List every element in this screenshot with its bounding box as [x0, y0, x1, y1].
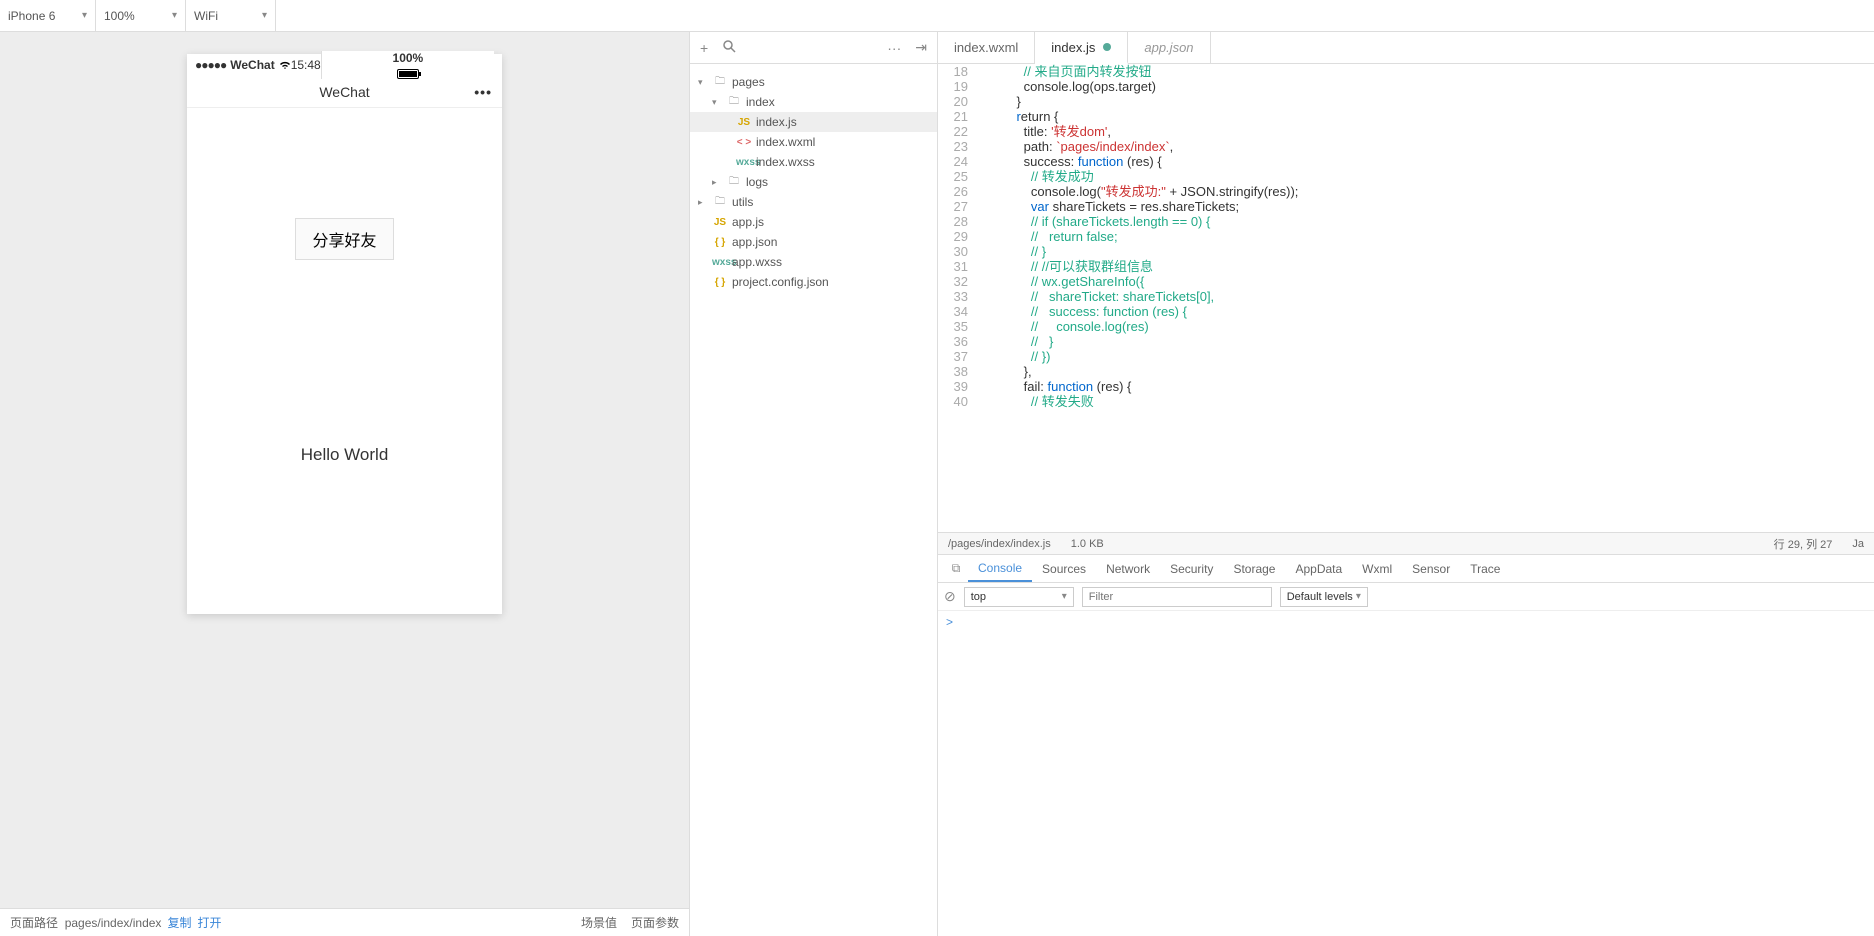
folder-logs[interactable]: ▸🗀logs: [690, 172, 937, 192]
network-select[interactable]: WiFi▾: [186, 0, 276, 31]
folder-icon: 🗀: [712, 74, 728, 91]
levels-select[interactable]: Default levels ▾: [1280, 587, 1368, 607]
tab-app-json[interactable]: app.json: [1128, 32, 1210, 63]
page-params-button[interactable]: 页面参数: [631, 914, 679, 931]
collapse-tree-icon[interactable]: ⇥: [915, 39, 927, 56]
copy-link[interactable]: 复制: [167, 914, 191, 931]
scene-button[interactable]: 场景值: [581, 914, 617, 931]
editor-tabs: index.wxml index.js app.json: [938, 32, 1874, 63]
code-lines[interactable]: // 来自页面内转发按钮 console.log(ops.target) } r…: [1002, 64, 1874, 532]
clear-console-icon[interactable]: ⊘: [944, 588, 956, 605]
share-button[interactable]: 分享好友: [295, 218, 393, 260]
file-project-config[interactable]: { }project.config.json: [690, 272, 937, 292]
file-index-wxml[interactable]: < >index.wxml: [690, 132, 937, 152]
simulator-pane: ●●●●● WeChat 15:48 100% WeChat •••: [0, 32, 689, 936]
devtab-console[interactable]: Console: [968, 555, 1032, 582]
chevron-down-icon: ▾: [262, 10, 267, 21]
folder-index[interactable]: ▾🗀index: [690, 92, 937, 112]
file-index-js[interactable]: JSindex.js: [690, 112, 937, 132]
console-toolbar: ⊘ top▾ Default levels ▾: [938, 583, 1874, 611]
chevron-down-icon: ▾: [82, 10, 87, 21]
cursor-pos: 行 29, 列 27: [1774, 536, 1833, 552]
file-pane-header: + ··· ⇥: [690, 32, 938, 63]
folder-icon: 🗀: [726, 174, 742, 191]
device-select[interactable]: iPhone 6▾: [0, 0, 96, 31]
phone-status-bar: ●●●●● WeChat 15:48 100%: [187, 54, 502, 76]
signal-icon: ●●●●●: [195, 58, 226, 72]
devtab-storage[interactable]: Storage: [1223, 555, 1285, 582]
console-prompt: >: [946, 615, 953, 629]
js-icon: JS: [736, 117, 752, 128]
wxss-icon: wxss: [712, 257, 728, 268]
wxss-icon: wxss: [736, 157, 752, 168]
more-icon[interactable]: ···: [887, 40, 901, 56]
folder-icon: 🗀: [712, 194, 728, 211]
nav-title: WeChat: [319, 84, 369, 100]
page-path-label: 页面路径: [10, 914, 58, 931]
devtab-trace[interactable]: Trace: [1460, 555, 1510, 582]
wxml-icon: < >: [736, 137, 752, 148]
lang-label: Ja: [1852, 538, 1864, 550]
file-app-json[interactable]: { }app.json: [690, 232, 937, 252]
code-editor[interactable]: 1819202122232425262728293031323334353637…: [938, 64, 1874, 936]
file-index-wxss[interactable]: wxssindex.wxss: [690, 152, 937, 172]
file-path: /pages/index/index.js: [948, 538, 1051, 550]
nav-menu-icon[interactable]: •••: [474, 84, 492, 100]
devtab-network[interactable]: Network: [1096, 555, 1160, 582]
tab-index-wxml[interactable]: index.wxml: [938, 32, 1035, 63]
folder-pages[interactable]: ▾🗀pages: [690, 72, 937, 92]
file-app-wxss[interactable]: wxssapp.wxss: [690, 252, 937, 272]
chevron-down-icon: ▾: [172, 10, 177, 21]
editor-tabs-row: + ··· ⇥ index.wxml index.js app.json: [690, 32, 1874, 64]
simulator-toolbar: iPhone 6▾ 100%▾ WiFi▾: [0, 0, 1874, 32]
json-icon: { }: [712, 277, 728, 288]
zoom-select[interactable]: 100%▾: [96, 0, 186, 31]
filter-input[interactable]: [1082, 587, 1272, 607]
simulator-footer: 页面路径 pages/index/index 复制 打开 场景值 页面参数: [0, 908, 689, 936]
context-select[interactable]: top▾: [964, 587, 1074, 607]
file-tree[interactable]: ▾🗀pages ▾🗀index JSindex.js < >index.wxml…: [690, 64, 938, 936]
devtools-panel: ⧉ Console Sources Network Security Stora…: [938, 554, 1874, 936]
inspect-icon[interactable]: ⧉: [944, 561, 968, 576]
battery-label: 100%: [393, 51, 424, 65]
editor-status-bar: /pages/index/index.js 1.0 KB 行 29, 列 27 …: [938, 532, 1874, 554]
open-link[interactable]: 打开: [197, 914, 221, 931]
phone-nav-bar: WeChat •••: [187, 76, 502, 108]
devtab-security[interactable]: Security: [1160, 555, 1223, 582]
console-body[interactable]: >: [938, 611, 1874, 936]
folder-icon: 🗀: [726, 94, 742, 111]
devtab-wxml[interactable]: Wxml: [1352, 555, 1402, 582]
add-file-icon[interactable]: +: [700, 40, 708, 56]
folder-utils[interactable]: ▸🗀utils: [690, 192, 937, 212]
devtools-tabs: ⧉ Console Sources Network Security Stora…: [938, 555, 1874, 583]
devtab-sources[interactable]: Sources: [1032, 555, 1096, 582]
devtab-sensor[interactable]: Sensor: [1402, 555, 1460, 582]
page-path-value: pages/index/index: [65, 916, 162, 930]
devtab-appdata[interactable]: AppData: [1285, 555, 1352, 582]
wifi-icon: [279, 60, 291, 70]
line-gutter: 1819202122232425262728293031323334353637…: [938, 64, 986, 532]
phone-frame: ●●●●● WeChat 15:48 100% WeChat •••: [187, 54, 502, 614]
time-label: 15:48: [291, 58, 321, 72]
phone-body: 分享好友 Hello World: [187, 108, 502, 614]
modified-dot-icon: [1103, 43, 1111, 51]
json-icon: { }: [712, 237, 728, 248]
tab-index-js[interactable]: index.js: [1035, 32, 1128, 64]
js-icon: JS: [712, 217, 728, 228]
file-size: 1.0 KB: [1071, 538, 1104, 550]
carrier-label: WeChat: [230, 58, 274, 72]
hello-text: Hello World: [301, 445, 389, 465]
search-icon[interactable]: [722, 39, 736, 56]
file-app-js[interactable]: JSapp.js: [690, 212, 937, 232]
